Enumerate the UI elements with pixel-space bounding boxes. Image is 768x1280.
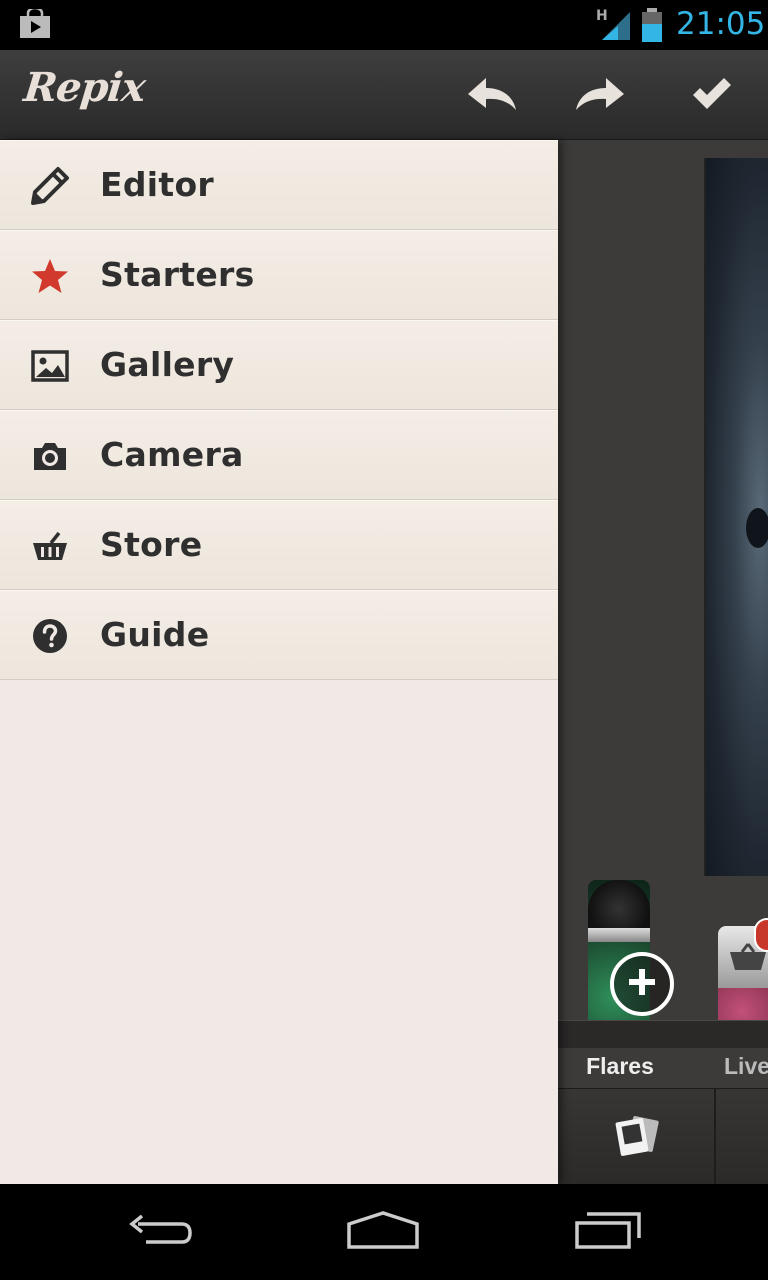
tube-cap (588, 880, 650, 928)
drawer-item-starters[interactable]: Starters (0, 230, 558, 320)
help-icon (30, 618, 70, 654)
drawer-item-label: Camera (100, 435, 244, 474)
recent-apps-button[interactable] (564, 1206, 654, 1258)
drawer-item-guide[interactable]: Guide (0, 590, 558, 680)
app-logo: Repix (21, 64, 148, 111)
recent-apps-icon (573, 1210, 645, 1255)
bottom-toolbar (558, 1088, 768, 1185)
effect-label-live[interactable]: Live (724, 1048, 768, 1084)
drawer-item-camera[interactable]: Camera (0, 410, 558, 500)
add-effect-button[interactable] (610, 952, 674, 1016)
drawer-item-editor[interactable]: Editor (0, 140, 558, 230)
drawer-item-label: Starters (100, 255, 255, 294)
action-bar: Repix (0, 50, 768, 140)
checkmark-icon (690, 76, 734, 117)
system-navigation-bar (0, 1184, 768, 1280)
notification-badge (754, 918, 768, 952)
drawer-item-label: Guide (100, 615, 210, 654)
photo-preview[interactable] (704, 158, 768, 876)
star-icon (30, 258, 70, 294)
gallery-stack-button[interactable] (558, 1089, 716, 1185)
status-bar: H 21:05 (0, 0, 768, 50)
signal-icon (600, 10, 632, 47)
effect-label-flares[interactable]: Flares (558, 1048, 682, 1084)
basket-icon (30, 528, 70, 564)
redo-button[interactable] (570, 72, 630, 120)
home-icon (345, 1210, 421, 1255)
drawer-item-store[interactable]: Store (0, 500, 558, 590)
drawer-item-label: Store (100, 525, 203, 564)
drawer-item-gallery[interactable]: Gallery (0, 320, 558, 410)
battery-icon (640, 8, 664, 47)
editor-canvas-area: Flares Live (558, 140, 768, 1185)
undo-icon (464, 74, 520, 119)
pencil-icon (30, 167, 70, 205)
drawer-item-label: Gallery (100, 345, 235, 384)
home-button[interactable] (338, 1206, 428, 1258)
done-button[interactable] (682, 72, 742, 120)
navigation-drawer: Editor Starters Gallery Camera Store Gui… (0, 140, 558, 1184)
tube-band (588, 928, 650, 942)
drawer-item-label: Editor (100, 165, 214, 204)
effects-shelf (558, 1020, 768, 1048)
plus-icon (626, 966, 658, 1003)
back-icon (124, 1210, 194, 1255)
back-button[interactable] (114, 1206, 204, 1258)
photo-stack-icon (612, 1112, 660, 1163)
image-icon (30, 348, 70, 384)
undo-button[interactable] (462, 72, 522, 120)
redo-icon (572, 74, 628, 119)
camera-icon (30, 438, 70, 474)
clock: 21:05 (676, 6, 766, 42)
play-store-notification-icon (18, 6, 52, 44)
